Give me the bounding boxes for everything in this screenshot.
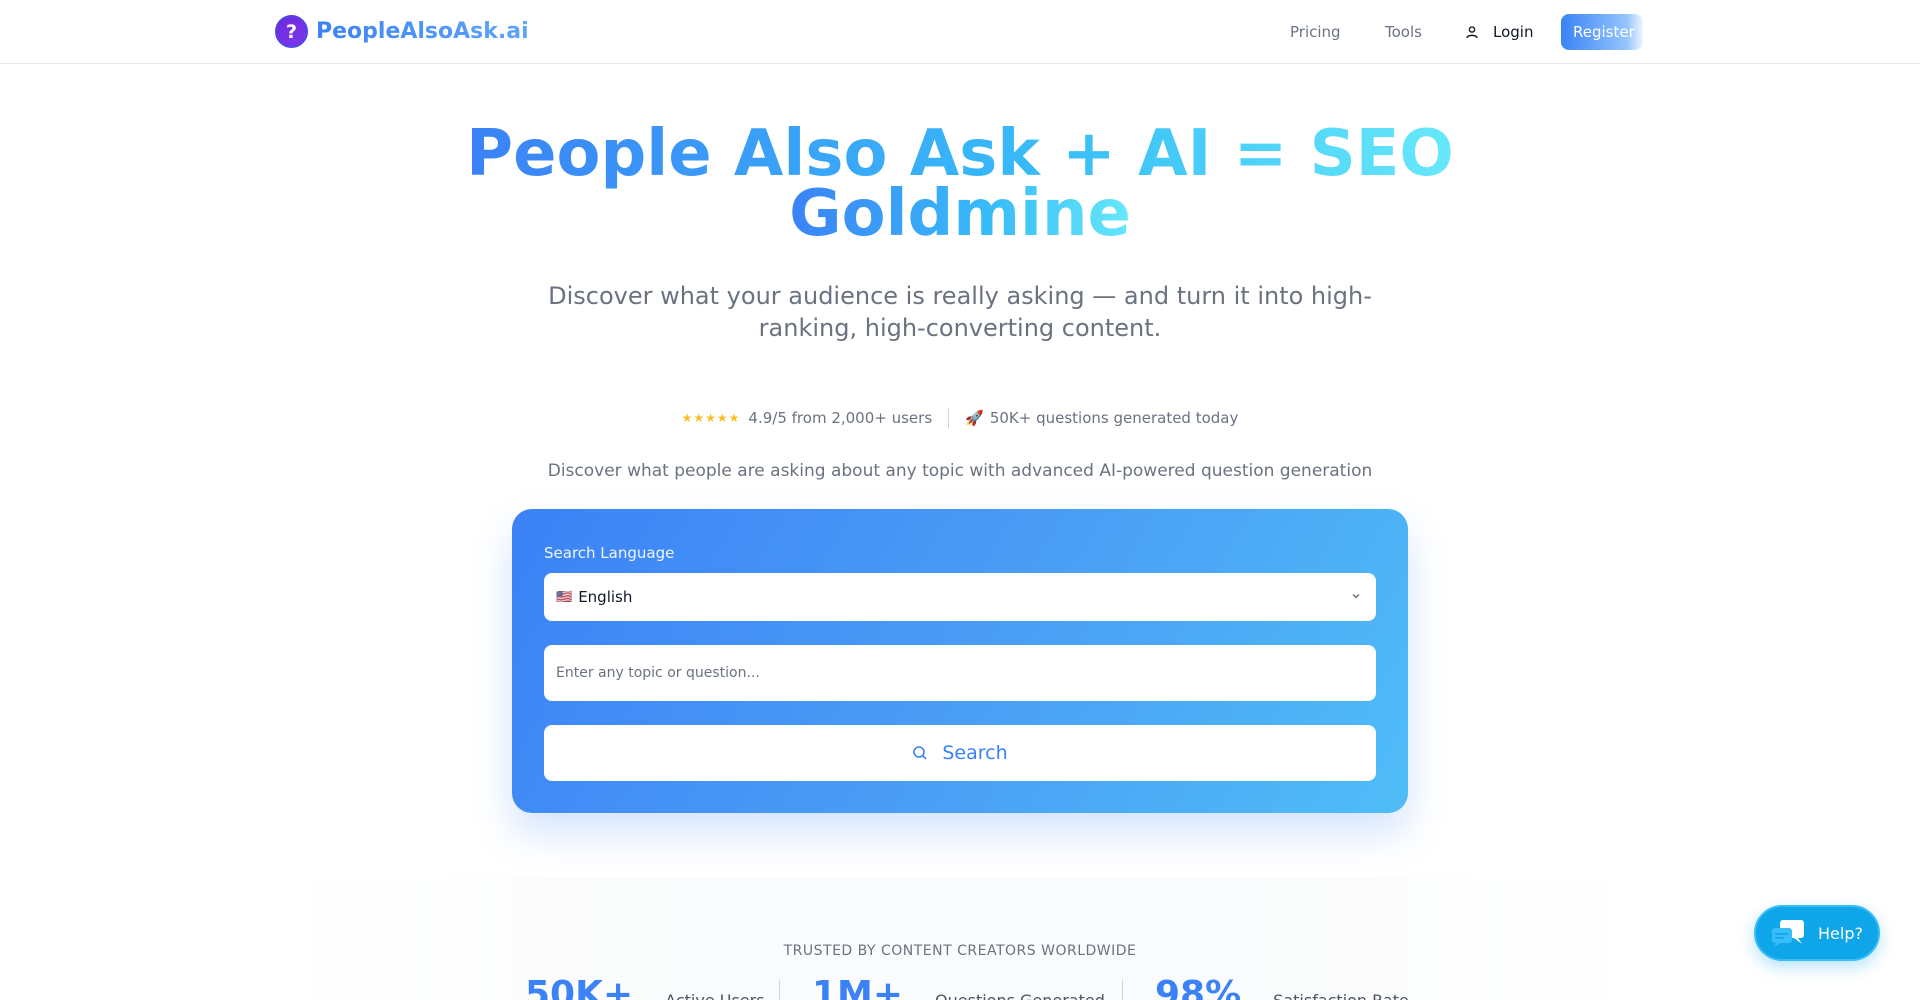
- help-chat-button[interactable]: Help?: [1754, 905, 1880, 961]
- search-button-label: Search: [942, 742, 1008, 764]
- language-select[interactable]: 🇺🇸 English: [544, 573, 1376, 621]
- stat-label: Questions Generated: [935, 991, 1105, 1000]
- social-proof-bar: ★★★★★ 4.9/5 from 2,000+ users 🚀 50K+ que…: [0, 408, 1920, 428]
- language-value: English: [578, 588, 633, 606]
- divider: [948, 408, 950, 428]
- nav-login-link[interactable]: Login: [1465, 0, 1533, 64]
- hero-title: People Also Ask + AI = SEO Goldmine: [0, 122, 1920, 246]
- tagline: Discover what people are asking about an…: [547, 461, 1373, 481]
- logo-question-icon: ?: [275, 15, 308, 48]
- rocket-icon: 🚀: [965, 409, 984, 427]
- help-label: Help?: [1818, 923, 1863, 943]
- search-card: Search Language 🇺🇸 English Search: [512, 509, 1408, 813]
- chat-bubble-icon: [1772, 920, 1804, 947]
- trusted-heading: TRUSTED BY CONTENT CREATORS WORLDWIDE: [783, 943, 1137, 959]
- search-button[interactable]: Search: [544, 725, 1376, 781]
- stat-label: Active Users: [665, 991, 764, 1000]
- chevron-down-icon: [1352, 593, 1360, 599]
- language-label: Search Language: [544, 544, 675, 562]
- us-flag-icon: 🇺🇸: [556, 589, 573, 605]
- stat-value: 50K+: [525, 974, 634, 1000]
- page: ? PeopleAlsoAsk.ai Pricing Tools Login R…: [0, 0, 1920, 1000]
- top-navbar: ? PeopleAlsoAsk.ai Pricing Tools Login R…: [0, 0, 1920, 64]
- nav-tools-link[interactable]: Tools: [1385, 0, 1422, 64]
- stat-value: 1M+: [812, 974, 904, 1000]
- register-button[interactable]: Register: [1561, 14, 1643, 50]
- search-input[interactable]: [544, 645, 1376, 701]
- stat-satisfaction: 98% Satisfaction Rate: [1155, 974, 1409, 1000]
- search-icon: [913, 746, 927, 760]
- user-icon: [1466, 26, 1478, 39]
- site-logo[interactable]: ? PeopleAlsoAsk.ai: [275, 15, 529, 48]
- questions-today-text: 50K+ questions generated today: [989, 409, 1239, 427]
- hero-subtitle: Discover what your audience is really as…: [548, 282, 1372, 342]
- nav-pricing-link[interactable]: Pricing: [1290, 0, 1341, 64]
- hero-title-line2: Goldmine: [789, 177, 1131, 251]
- rating-text: 4.9/5 from 2,000+ users: [748, 409, 933, 427]
- stat-label: Satisfaction Rate: [1273, 991, 1409, 1000]
- stat-active-users: 50K+ Active Users: [525, 974, 765, 1000]
- stat-divider: [779, 980, 780, 1000]
- login-label: Login: [1493, 23, 1534, 41]
- stat-questions-generated: 1M+ Questions Generated: [812, 974, 1105, 1000]
- rating-stars-icon: ★★★★★: [681, 411, 741, 425]
- stat-divider: [1122, 980, 1123, 1000]
- stat-value: 98%: [1155, 974, 1242, 1000]
- logo-text: PeopleAlsoAsk.ai: [316, 19, 529, 44]
